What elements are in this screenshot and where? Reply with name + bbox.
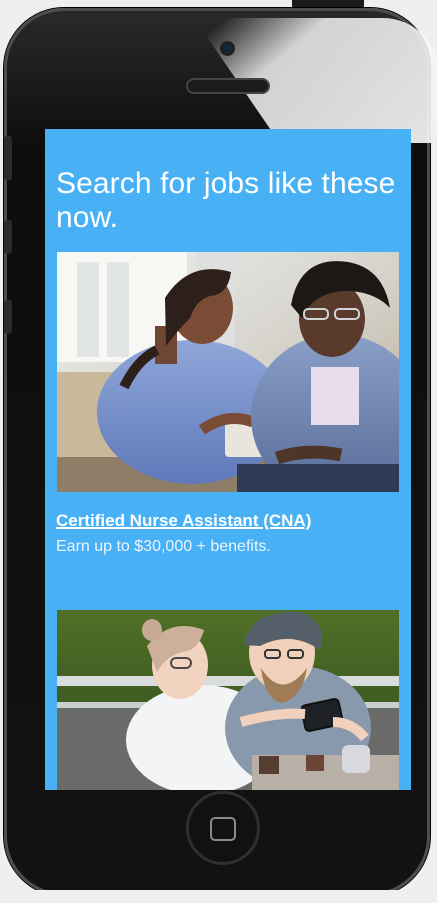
nurse-assistant-illustration xyxy=(57,252,399,492)
camera-icon xyxy=(223,44,232,53)
silent-switch xyxy=(4,136,12,180)
page-headline: Search for jobs like these now. xyxy=(56,167,396,234)
home-icon xyxy=(210,817,236,841)
speaker-icon xyxy=(186,78,270,94)
volume-up-button xyxy=(4,220,12,254)
outdoor-care-illustration xyxy=(57,610,399,790)
job-link-cna[interactable]: Certified Nurse Assistant (CNA) xyxy=(56,511,311,531)
phone-mockup-stage: Search for jobs like these now. Certifie… xyxy=(0,0,437,903)
job-salary-text: Earn up to $30,000 + benefits. xyxy=(56,538,271,555)
job-photo-nurse-assistant[interactable] xyxy=(57,252,399,492)
phone-screen: Search for jobs like these now. Certifie… xyxy=(45,129,411,790)
job-photo-outdoor-care[interactable] xyxy=(57,610,399,790)
volume-down-button xyxy=(4,300,12,334)
bottom-page-edge xyxy=(0,890,437,903)
